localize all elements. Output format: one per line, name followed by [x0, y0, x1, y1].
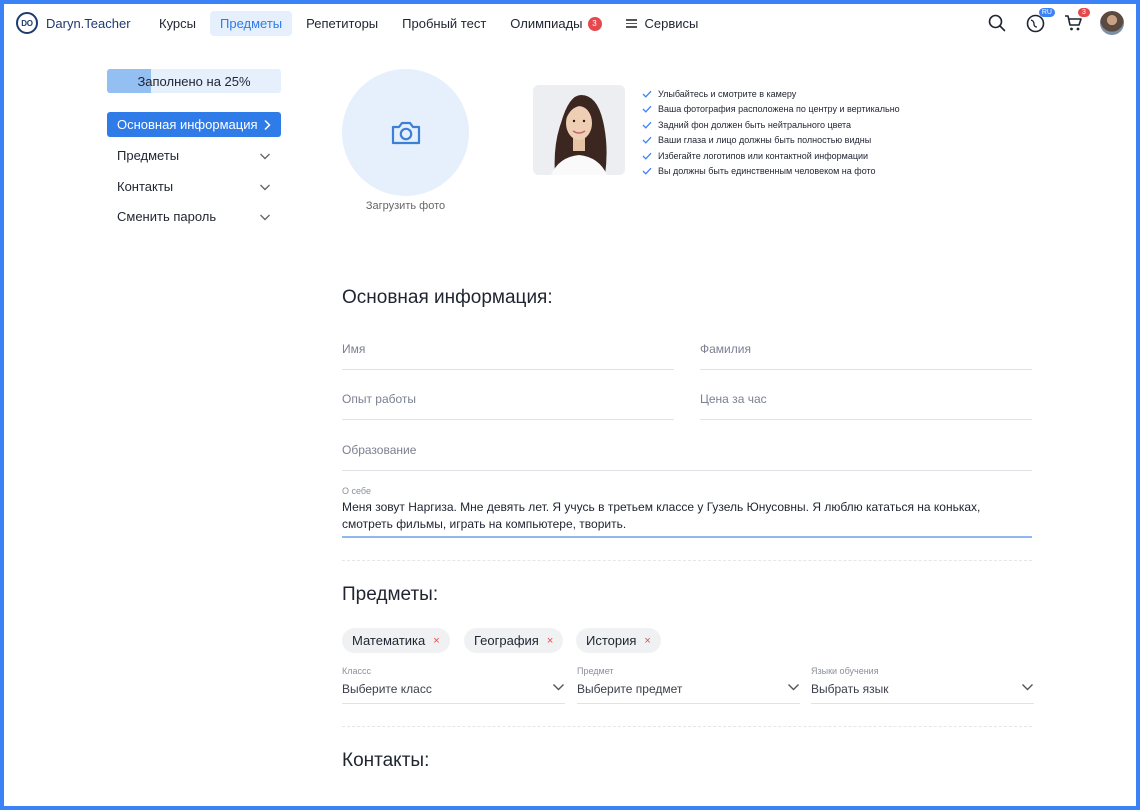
language-select-label: Языки обучения — [811, 666, 879, 676]
subject-select-label: Предмет — [577, 666, 614, 676]
sidebar-item-contacts[interactable]: Контакты — [107, 174, 281, 199]
subject-chip: История × — [576, 628, 661, 653]
top-header: DO Daryn.Teacher Курсы Предметы Репетито… — [4, 4, 1136, 42]
camera-icon — [391, 121, 420, 144]
nav-olympiads-label: Олимпиады — [510, 16, 583, 31]
sidebar-item-label: Предметы — [117, 148, 180, 163]
subjects-title: Предметы: — [342, 584, 439, 605]
upload-photo-button[interactable] — [342, 69, 469, 196]
sidebar-item-label: Контакты — [117, 179, 174, 194]
nav-services-label: Сервисы — [644, 16, 699, 31]
nav-subjects[interactable]: Предметы — [210, 11, 293, 36]
class-select-value: Выберите класс — [342, 682, 432, 696]
section-divider — [342, 726, 1032, 727]
photo-tip: Ваши глаза и лицо должны быть полностью … — [642, 133, 900, 149]
page: DO Daryn.Teacher Курсы Предметы Репетито… — [4, 4, 1136, 806]
price-per-hour-field[interactable]: Цена за час — [700, 392, 1032, 420]
subject-select-value: Выберите предмет — [577, 682, 683, 696]
logo[interactable]: DO Daryn.Teacher — [16, 12, 131, 34]
header-actions: RU 3 — [970, 8, 1124, 35]
check-icon — [642, 121, 652, 129]
section-divider — [342, 560, 1032, 561]
nav-trial-test[interactable]: Пробный тест — [392, 11, 496, 36]
nav-courses-label: Курсы — [159, 16, 197, 31]
language-badge: RU — [1038, 8, 1055, 17]
subject-chip: Математика × — [342, 628, 450, 653]
remove-chip-icon[interactable]: × — [433, 635, 439, 647]
last-name-field[interactable]: Фамилия — [700, 342, 1032, 370]
chevron-down-icon — [260, 184, 270, 190]
check-icon — [642, 152, 652, 160]
logo-text: Daryn.Teacher — [46, 15, 131, 31]
photo-tip: Вы должны быть единственным человеком на… — [642, 164, 900, 180]
chevron-down-icon — [788, 684, 799, 691]
main-nav: Курсы Предметы Репетиторы Пробный тест О… — [149, 11, 712, 36]
chevron-down-icon — [260, 153, 270, 159]
cart-button[interactable]: 3 — [1062, 8, 1090, 35]
check-icon — [642, 137, 652, 144]
menu-icon — [625, 17, 637, 30]
nav-olympiads[interactable]: Олимпиады 3 — [500, 11, 611, 36]
photo-tip-text: Ваша фотография расположена по центру и … — [658, 104, 900, 115]
photo-tip: Задний фон должен быть нейтрального цвет… — [642, 117, 900, 133]
class-select-label: Класcс — [342, 666, 371, 676]
chevron-down-icon — [1022, 684, 1033, 691]
nav-subjects-label: Предметы — [220, 16, 283, 31]
sidebar-item-basic-info[interactable]: Основная информация — [107, 112, 281, 137]
photo-tips: Улыбайтесь и смотрите в камеру Ваша фото… — [642, 86, 900, 179]
nav-services[interactable]: Сервисы — [616, 11, 709, 36]
photo-tip: Избегайте логотипов или контактной инфор… — [642, 148, 900, 164]
chevron-right-icon — [264, 119, 271, 130]
contacts-title: Контакты: — [342, 750, 430, 771]
sidebar-item-label: Основная информация — [117, 117, 258, 132]
photo-tip-text: Вы должны быть единственным человеком на… — [658, 166, 876, 177]
sample-photo — [533, 85, 625, 175]
nav-tutors[interactable]: Репетиторы — [296, 11, 388, 36]
language-select[interactable]: Языки обучения Выбрать язык — [811, 666, 1034, 704]
profile-progress: Заполнено на 25% — [107, 69, 281, 93]
check-icon — [642, 90, 652, 98]
language-select-value: Выбрать язык — [811, 682, 889, 696]
subject-chip: География × — [464, 628, 564, 653]
language-switcher[interactable]: RU — [1024, 8, 1055, 35]
about-label: О себе — [342, 486, 371, 496]
olympiads-badge: 3 — [587, 16, 602, 31]
logo-mark: DO — [16, 12, 38, 34]
avatar[interactable] — [1100, 11, 1124, 35]
photo-tip-text: Задний фон должен быть нейтрального цвет… — [658, 119, 852, 130]
search-icon[interactable] — [986, 11, 1008, 35]
sidebar-item-change-password[interactable]: Сменить пароль — [107, 204, 281, 229]
cart-badge: 3 — [1078, 8, 1090, 17]
remove-chip-icon[interactable]: × — [644, 635, 650, 647]
first-name-field[interactable]: Имя — [342, 342, 674, 370]
subject-select[interactable]: Предмет Выберите предмет — [577, 666, 800, 704]
education-field[interactable]: Образование — [342, 443, 1032, 471]
sidebar-item-label: Сменить пароль — [117, 209, 217, 224]
chevron-down-icon — [260, 214, 270, 220]
about-textarea[interactable]: Меня зовут Наргиза. Мне девять лет. Я уч… — [342, 499, 1032, 532]
remove-chip-icon[interactable]: × — [547, 635, 553, 647]
sidebar-item-subjects[interactable]: Предметы — [107, 143, 281, 168]
about-underline — [342, 536, 1032, 538]
nav-courses[interactable]: Курсы — [149, 11, 206, 36]
photo-tip-text: Улыбайтесь и смотрите в камеру — [658, 88, 797, 99]
check-icon — [642, 106, 652, 113]
photo-tip-text: Ваши глаза и лицо должны быть полностью … — [658, 135, 872, 146]
experience-field[interactable]: Опыт работы — [342, 392, 674, 420]
cart-icon — [1064, 15, 1082, 31]
photo-tip: Улыбайтесь и смотрите в камеру — [642, 86, 900, 102]
subject-chip-label: География — [474, 633, 539, 648]
progress-label: Заполнено на 25% — [137, 73, 251, 89]
upload-photo-label: Загрузить фото — [365, 200, 446, 212]
chevron-down-icon — [553, 684, 564, 691]
class-select[interactable]: Класcс Выберите класс — [342, 666, 565, 704]
nav-trial-test-label: Пробный тест — [402, 16, 487, 31]
subject-chip-label: История — [586, 633, 637, 648]
nav-tutors-label: Репетиторы — [306, 16, 379, 31]
subject-chip-label: Математика — [352, 633, 426, 648]
photo-tip: Ваша фотография расположена по центру и … — [642, 102, 900, 118]
photo-tip-text: Избегайте логотипов или контактной инфор… — [658, 150, 869, 161]
check-icon — [642, 168, 652, 175]
basic-info-title: Основная информация: — [342, 287, 553, 308]
